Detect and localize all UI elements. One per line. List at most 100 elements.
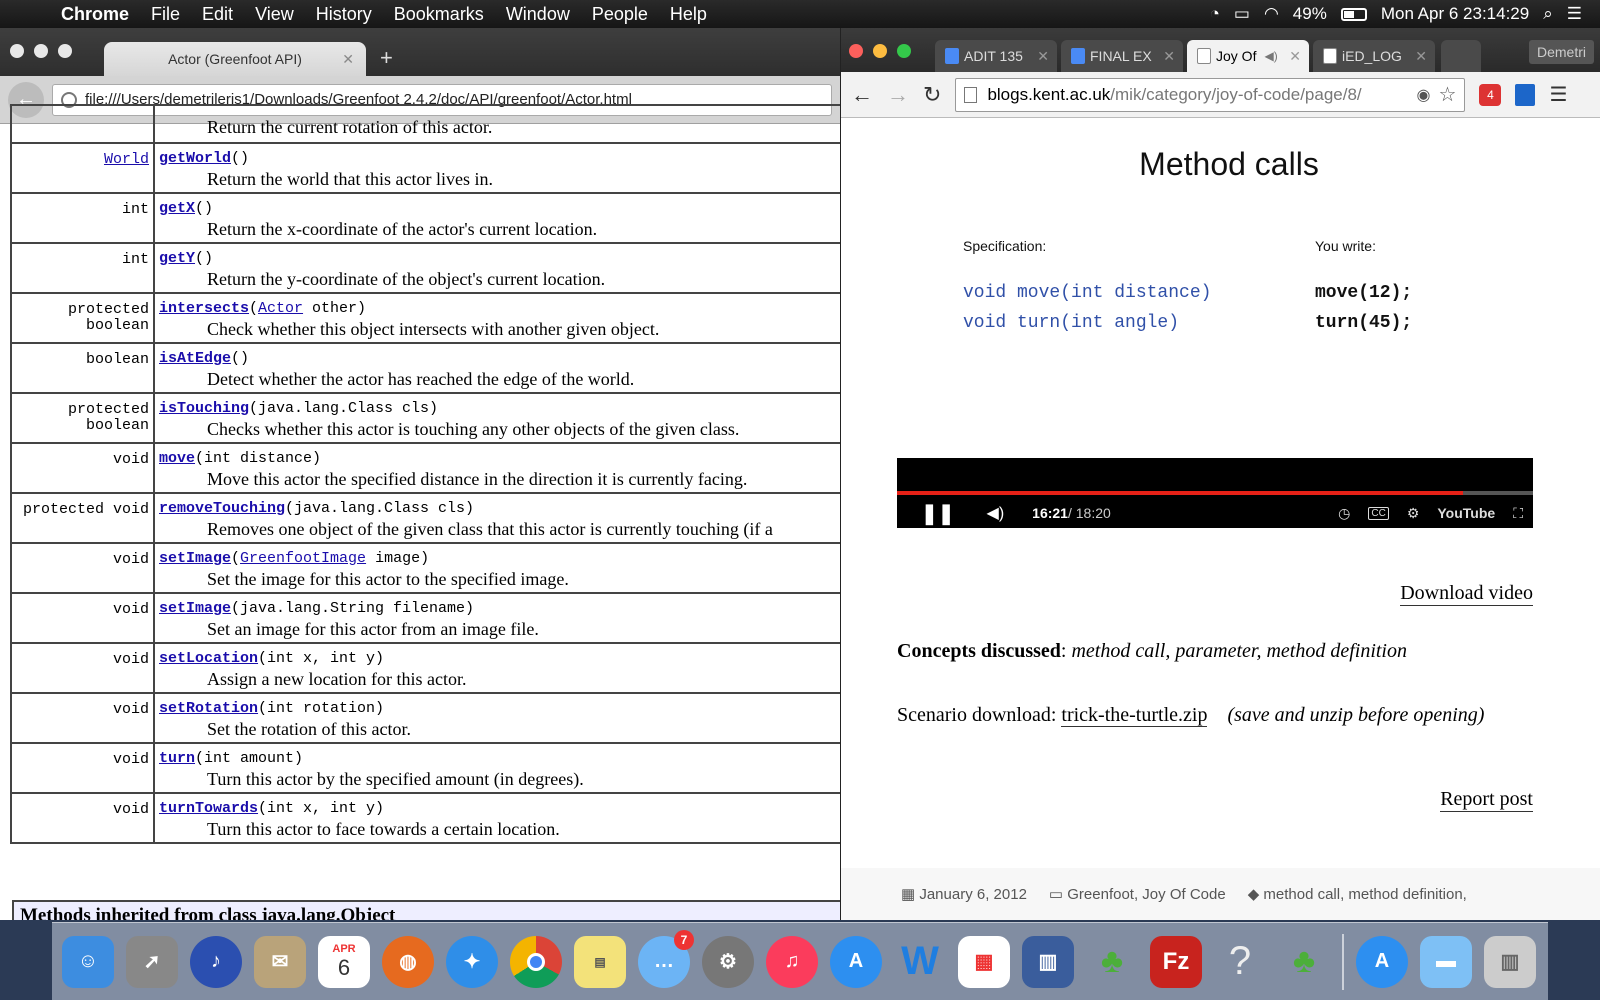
type-link[interactable]: GreenfootImage [240,550,366,567]
method-link[interactable]: turnTowards [159,800,258,817]
app-store-download-icon[interactable]: A [1356,935,1408,988]
method-link[interactable]: move [159,450,195,467]
app-store-icon[interactable]: A [830,935,882,988]
menu-bookmarks[interactable]: Bookmarks [383,4,495,25]
stickies-icon[interactable]: ▤ [574,935,626,988]
return-type-link[interactable]: World [104,151,149,168]
trash-icon[interactable]: ▥ [1484,935,1536,988]
close-tab-icon[interactable]: ✕ [342,51,354,68]
lightbulb-icon[interactable]: ◉ [1416,85,1430,105]
menu-file[interactable]: File [140,4,191,25]
post-date[interactable]: ▦ January 6, 2012 [901,885,1027,903]
close-tab-icon[interactable]: ✕ [1163,48,1175,65]
help-icon[interactable]: ? [1214,936,1266,988]
adblock-extension-icon[interactable]: 4 [1479,83,1502,106]
clock[interactable]: Mon Apr 6 23:14:29 [1381,4,1529,24]
calendar-icon[interactable]: APR 6 [318,935,370,988]
battery-percent[interactable]: 49% [1293,4,1327,24]
method-link[interactable]: turn [159,750,195,767]
video-player[interactable]: ❚❚ ◀) 16:21 / 18:20 ◷ CC ⚙ YouTube ⛶ [897,458,1533,528]
tab-joy-of-code[interactable]: Joy Of ◀) ✕ [1187,40,1309,72]
address-bar[interactable]: blogs.kent.ac.uk /mik/category/joy-of-co… [955,77,1466,112]
method-link[interactable]: intersects [159,300,249,317]
system-preferences-icon[interactable]: ⚙ [702,935,754,988]
method-link[interactable]: setRotation [159,700,258,717]
filezilla-icon[interactable]: Fz [1150,935,1202,988]
report-post-link[interactable]: Report post [1440,788,1533,812]
zoom-window-button[interactable] [58,44,72,58]
volume-icon[interactable]: ◀) [987,503,1005,523]
greenfoot-icon[interactable]: ♣ [1086,936,1138,988]
forward-arrow-icon[interactable]: → [887,82,909,108]
mail-stamp-icon[interactable]: ✉ [254,935,306,988]
chrome-icon[interactable] [510,935,562,988]
tab-ied-log[interactable]: iED_LOG ✕ [1313,40,1435,72]
method-link[interactable]: isTouching [159,400,249,417]
launchpad-icon[interactable]: ➚ [126,935,178,988]
watch-later-icon[interactable]: ◷ [1338,505,1350,522]
notification-center-icon[interactable]: ☰ [1567,4,1582,24]
word-icon[interactable]: W [894,936,946,988]
tab-actor-api[interactable]: Actor (Greenfoot API) ✕ [104,42,366,76]
download-video-link[interactable]: Download video [1400,582,1533,606]
menu-window[interactable]: Window [495,4,581,25]
close-tab-icon[interactable]: ✕ [1289,48,1301,65]
back-arrow-icon[interactable]: ← [851,82,873,108]
tab-adit[interactable]: ADIT 135 ✕ [935,40,1057,72]
method-link[interactable]: setLocation [159,650,258,667]
menu-app-name[interactable]: Chrome [50,4,140,25]
menu-view[interactable]: View [244,4,305,25]
method-link[interactable]: removeTouching [159,500,285,517]
menu-history[interactable]: History [305,4,383,25]
method-link[interactable]: setImage [159,600,231,617]
settings-gear-icon[interactable]: ⚙ [1407,505,1420,522]
spotlight-search-icon[interactable]: ⌕ [1543,4,1553,24]
time-machine-icon[interactable]: ◔ [1210,4,1220,24]
close-window-button[interactable] [10,44,24,58]
method-link[interactable]: getY [159,250,195,267]
menu-help[interactable]: Help [659,4,718,25]
battery-icon[interactable] [1340,7,1367,21]
type-link[interactable]: Actor [258,300,303,317]
menu-people[interactable]: People [581,4,659,25]
airplay-icon[interactable]: ▭ [1234,4,1250,24]
greenfoot-icon-2[interactable]: ♣ [1278,936,1330,988]
method-link[interactable]: setImage [159,550,231,567]
zoom-window-button[interactable] [897,44,911,58]
new-tab-button[interactable] [1441,40,1481,72]
grid-app-icon[interactable]: ▦ [958,935,1010,988]
lyre-app-icon[interactable]: ♪ [190,935,242,988]
close-tab-icon[interactable]: ✕ [1037,48,1049,65]
folder-icon[interactable]: ▬ [1420,935,1472,988]
minimize-window-button[interactable] [873,44,887,58]
tab-final-exam[interactable]: FINAL EX ✕ [1061,40,1183,72]
reload-icon[interactable]: ↻ [923,82,941,108]
scenario-zip-link[interactable]: trick-the-turtle.zip [1061,704,1208,727]
youtube-logo[interactable]: YouTube [1437,505,1495,521]
post-categories[interactable]: ▭ Greenfoot, Joy Of Code [1049,885,1226,903]
chrome-menu-icon[interactable]: ☰ [1549,82,1567,107]
minimize-window-button[interactable] [34,44,48,58]
video-progress-bar[interactable] [897,491,1533,495]
safari-icon[interactable]: ✦ [446,935,498,988]
bookmark-star-icon[interactable]: ☆ [1439,82,1457,107]
speaker-icon[interactable]: ◀) [1264,49,1277,63]
wifi-icon[interactable]: ◠ [1264,4,1279,24]
method-link[interactable]: isAtEdge [159,350,231,367]
itunes-icon[interactable]: ♫ [766,935,818,988]
finder-icon[interactable]: ☺ [62,935,114,988]
profile-button[interactable]: Demetri [1528,40,1594,64]
fullscreen-icon[interactable]: ⛶ [1513,505,1523,522]
post-tags[interactable]: ◆ method call, method definition, [1248,885,1467,903]
messages-icon[interactable]: … 7 [638,929,694,988]
close-tab-icon[interactable]: ✕ [1415,48,1427,65]
server-app-icon[interactable]: ▥ [1022,935,1074,988]
pause-icon[interactable]: ❚❚ [921,501,955,526]
firefox-icon[interactable]: ◍ [382,935,434,988]
captions-button[interactable]: CC [1368,506,1389,520]
reader-extension-icon[interactable] [1515,83,1536,106]
new-tab-button[interactable]: + [380,45,393,71]
menu-edit[interactable]: Edit [191,4,244,25]
method-link[interactable]: getWorld [159,150,231,167]
method-link[interactable]: getX [159,200,195,217]
